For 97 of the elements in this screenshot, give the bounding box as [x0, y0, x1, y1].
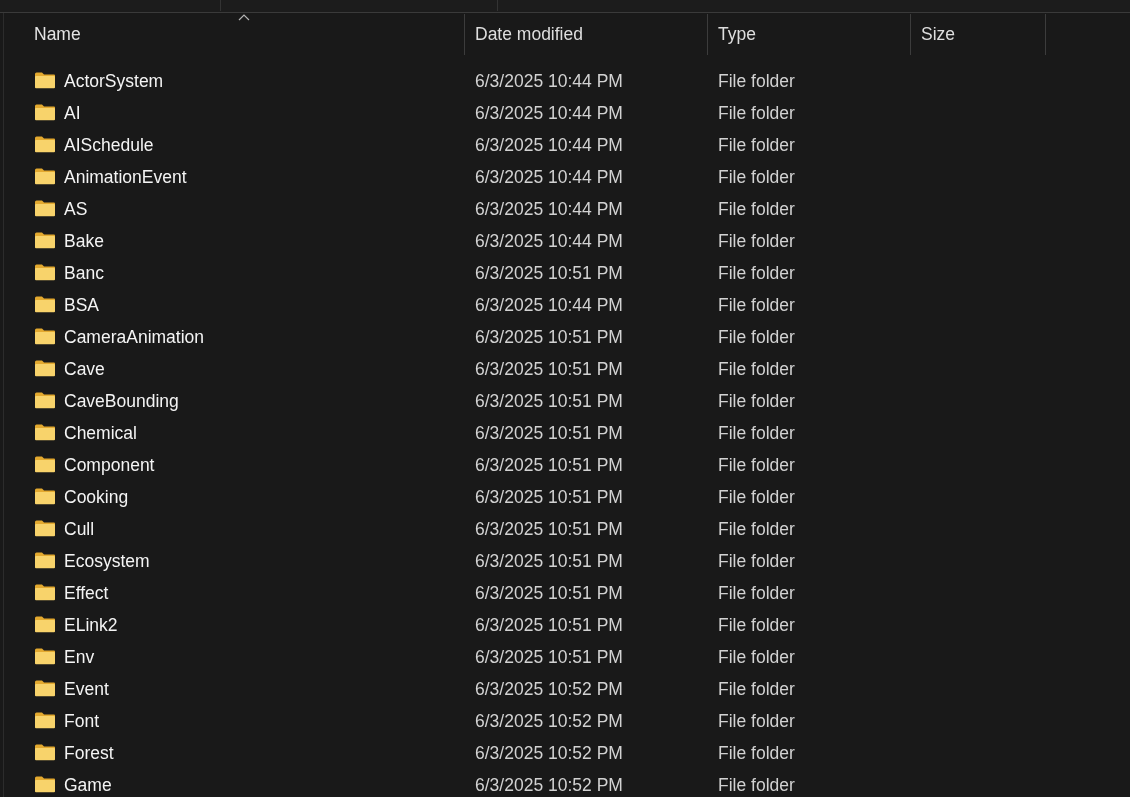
folder-name[interactable]: Component: [64, 454, 155, 476]
folder-name[interactable]: Event: [64, 678, 109, 700]
folder-icon: [34, 103, 56, 121]
date-modified-text: 6/3/2025 10:52 PM: [475, 742, 623, 764]
type-text: File folder: [718, 166, 795, 188]
folder-icon: [34, 71, 56, 89]
date-modified-text: 6/3/2025 10:51 PM: [475, 550, 623, 572]
date-modified-text: 6/3/2025 10:44 PM: [475, 230, 623, 252]
folder-icon: [34, 263, 56, 281]
type-text: File folder: [718, 742, 795, 764]
folder-icon: [34, 135, 56, 153]
date-modified-text: 6/3/2025 10:44 PM: [475, 198, 623, 220]
type-text: File folder: [718, 230, 795, 252]
type-text: File folder: [718, 614, 795, 636]
folder-name[interactable]: Env: [64, 646, 95, 668]
folder-icon: [34, 519, 56, 537]
column-header[interactable]: Date modified: [465, 14, 708, 55]
type-text: File folder: [718, 198, 795, 220]
type-text: File folder: [718, 70, 795, 92]
date-modified-text: 6/3/2025 10:51 PM: [475, 390, 623, 412]
folder-name[interactable]: Forest: [64, 742, 114, 764]
folder-icon: [34, 615, 56, 633]
folder-name[interactable]: CaveBounding: [64, 390, 179, 412]
folder-name[interactable]: AI: [64, 102, 81, 124]
type-text: File folder: [718, 518, 795, 540]
date-modified-text: 6/3/2025 10:44 PM: [475, 134, 623, 156]
date-modified-text: 6/3/2025 10:52 PM: [475, 678, 623, 700]
folder-name[interactable]: ActorSystem: [64, 70, 164, 92]
folder-icon: [34, 391, 56, 409]
column-header[interactable]: Type: [708, 14, 911, 55]
type-text: File folder: [718, 102, 795, 124]
date-modified-text: 6/3/2025 10:51 PM: [475, 646, 623, 668]
date-modified-text: 6/3/2025 10:44 PM: [475, 294, 623, 316]
folder-icon: [34, 487, 56, 505]
date-modified-text: 6/3/2025 10:51 PM: [475, 422, 623, 444]
folder-name[interactable]: Font: [64, 710, 100, 732]
date-modified-text: 6/3/2025 10:52 PM: [475, 710, 623, 732]
date-modified-text: 6/3/2025 10:51 PM: [475, 262, 623, 284]
folder-name[interactable]: CameraAnimation: [64, 326, 205, 348]
date-modified-text: 6/3/2025 10:52 PM: [475, 774, 623, 796]
folder-icon: [34, 167, 56, 185]
folder-name[interactable]: ELink2: [64, 614, 118, 636]
date-modified-text: 6/3/2025 10:51 PM: [475, 614, 623, 636]
folder-name[interactable]: BSA: [64, 294, 100, 316]
sort-caret-icon: [238, 14, 250, 21]
folder-name[interactable]: AISchedule: [64, 134, 154, 156]
folder-name[interactable]: Banc: [64, 262, 104, 284]
folder-icon: [34, 679, 56, 697]
folder-icon: [34, 327, 56, 345]
date-modified-text: 6/3/2025 10:51 PM: [475, 326, 623, 348]
folder-icon: [34, 359, 56, 377]
folder-icon: [34, 743, 56, 761]
folder-name[interactable]: Cull: [64, 518, 95, 540]
folder-name[interactable]: Chemical: [64, 422, 137, 444]
folder-icon: [34, 711, 56, 729]
date-modified-text: 6/3/2025 10:51 PM: [475, 486, 623, 508]
date-modified-text: 6/3/2025 10:44 PM: [475, 166, 623, 188]
type-text: File folder: [718, 294, 795, 316]
folder-icon: [34, 199, 56, 217]
type-text: File folder: [718, 646, 795, 668]
type-text: File folder: [718, 134, 795, 156]
column-header[interactable]: Name: [24, 14, 465, 55]
folder-name[interactable]: Effect: [64, 582, 109, 604]
type-text: File folder: [718, 678, 795, 700]
type-text: File folder: [718, 454, 795, 476]
type-text: File folder: [718, 422, 795, 444]
folder-name[interactable]: Cooking: [64, 486, 129, 508]
folder-name[interactable]: AS: [64, 198, 88, 220]
folder-icon: [34, 583, 56, 601]
folder-icon: [34, 551, 56, 569]
type-text: File folder: [718, 326, 795, 348]
date-modified-text: 6/3/2025 10:44 PM: [475, 102, 623, 124]
folder-icon: [34, 455, 56, 473]
date-modified-text: 6/3/2025 10:51 PM: [475, 358, 623, 380]
date-modified-text: 6/3/2025 10:51 PM: [475, 582, 623, 604]
folder-icon: [34, 295, 56, 313]
type-text: File folder: [718, 582, 795, 604]
folder-icon: [34, 231, 56, 249]
type-text: File folder: [718, 486, 795, 508]
folder-icon: [34, 647, 56, 665]
folder-icon: [34, 775, 56, 793]
date-modified-text: 6/3/2025 10:44 PM: [475, 70, 623, 92]
folder-name[interactable]: Game: [64, 774, 112, 796]
column-header[interactable]: Size: [911, 14, 1046, 55]
type-text: File folder: [718, 710, 795, 732]
folder-name[interactable]: AnimationEvent: [64, 166, 187, 188]
type-text: File folder: [718, 262, 795, 284]
folder-name[interactable]: Bake: [64, 230, 104, 252]
type-text: File folder: [718, 390, 795, 412]
folder-name[interactable]: Cave: [64, 358, 105, 380]
type-text: File folder: [718, 774, 795, 796]
type-text: File folder: [718, 358, 795, 380]
type-text: File folder: [718, 550, 795, 572]
date-modified-text: 6/3/2025 10:51 PM: [475, 518, 623, 540]
folder-icon: [34, 423, 56, 441]
folder-name[interactable]: Ecosystem: [64, 550, 150, 572]
date-modified-text: 6/3/2025 10:51 PM: [475, 454, 623, 476]
